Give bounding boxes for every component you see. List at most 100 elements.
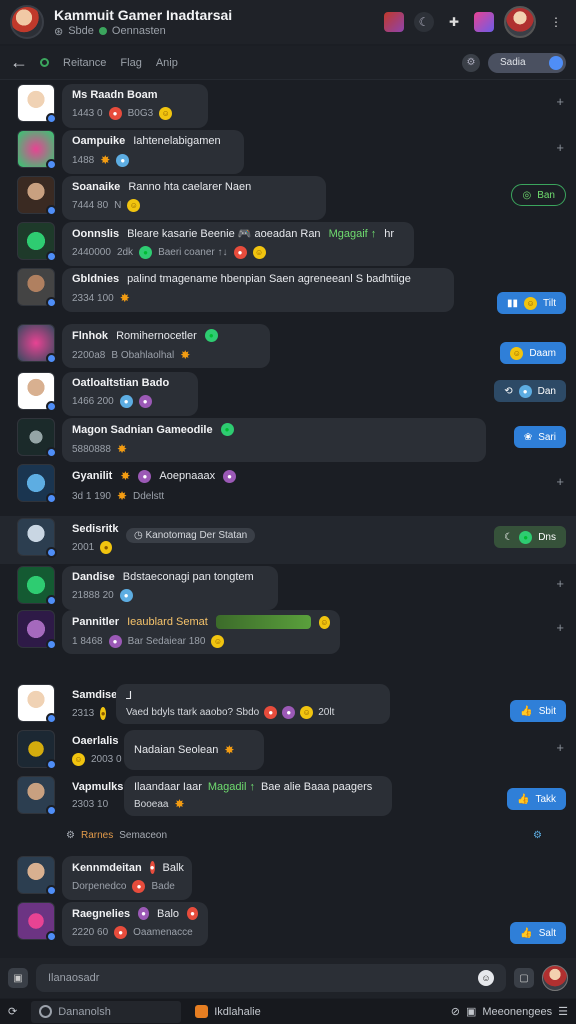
- message-row[interactable]: Oatloaltstian Bado 1466 200 ● ● ⟲ ● Dan: [0, 370, 576, 418]
- tab-reitance[interactable]: Reitance: [63, 57, 106, 69]
- message-bubble[interactable]: Sedisritk 2001 ●: [62, 518, 122, 562]
- reply-bubble[interactable]: Nadaian Seolean ✸: [124, 730, 264, 770]
- add-reaction-icon[interactable]: +: [556, 94, 564, 109]
- author-name[interactable]: Dandise: [72, 571, 115, 583]
- message-row[interactable]: Dandise Bdstaeconagi pan tongtem 21888 20…: [0, 564, 576, 612]
- reaction-button[interactable]: ☾ ● Dns: [494, 526, 566, 548]
- message-bubble[interactable]: Gbldnies palind tmagename hbenpian Saen a…: [62, 268, 454, 312]
- message-row[interactable]: Gyanilit ✸ ● Aoepnaaax ● 3d 1 190 ✸ Ddelstt +: [0, 462, 576, 510]
- reaction-button[interactable]: 👍 Salt: [510, 922, 566, 944]
- author-name[interactable]: Samdise: [72, 689, 117, 701]
- composer-avatar[interactable]: [542, 965, 568, 991]
- add-reaction-icon[interactable]: +: [556, 620, 564, 635]
- reaction-button[interactable]: ⟲ ● Dan: [494, 380, 566, 402]
- reply-bubble[interactable]: Ilaandaar Iaar Magadil ↑ Bae alie Baaa paa…: [124, 776, 392, 816]
- message-row[interactable]: Samdise 2313 ● ⅃ Vaed bdyls ttark aaobo? …: [0, 682, 576, 730]
- message-row[interactable]: Raegnelies ● Balo ● 2220 60 ● Oaamenacce 👍 Sal…: [0, 900, 576, 948]
- reaction-button[interactable]: ☺ Daam: [500, 342, 566, 364]
- avatar[interactable]: [17, 372, 57, 412]
- message-row[interactable]: Kennmdeitan ● Balk Dorpenedco ● Bade: [0, 854, 576, 902]
- more-icon[interactable]: ⋮: [546, 12, 566, 32]
- message-bubble[interactable]: Kennmdeitan ● Balk Dorpenedco ● Bade: [62, 856, 192, 900]
- message-feed[interactable]: Ms Raadn Boam 1443 0 ● B0G3 ☺ + Oampuike Iah…: [0, 82, 576, 958]
- message-row[interactable]: Soanaike Ranno hta caelarer Naen 7444 80 N…: [0, 174, 576, 222]
- back-arrow-icon[interactable]: ←: [10, 52, 30, 73]
- author-name[interactable]: Ms Raadn Boam: [72, 89, 158, 101]
- search-field[interactable]: Dananolsh: [31, 1000, 182, 1023]
- reaction-button[interactable]: ❀ Sari: [513, 426, 566, 448]
- avatar[interactable]: [17, 856, 57, 896]
- mode-toggle[interactable]: Sadia: [488, 52, 566, 73]
- add-reaction-icon[interactable]: +: [556, 576, 564, 591]
- message-row[interactable]: Pannitler Ieaublard Semat ☺ 1 8468 ● Bar Sed…: [0, 608, 576, 656]
- reaction-button[interactable]: 👍 Takk: [506, 788, 566, 810]
- message-bubble[interactable]: Magon Sadnian Gameodile ● 5880888 ✸: [62, 418, 486, 462]
- menu-icon[interactable]: ☰: [558, 1005, 568, 1018]
- server-avatar[interactable]: [10, 5, 44, 39]
- attach-icon[interactable]: ▣: [8, 968, 28, 988]
- message-bubble[interactable]: Pannitler Ieaublard Semat ☺ 1 8468 ● Bar Sed…: [62, 610, 340, 654]
- author-name[interactable]: Oaerlalis: [72, 735, 118, 747]
- author-name[interactable]: Sedisritk: [72, 523, 118, 535]
- message-row[interactable]: Oaerlalis ☺ 2003 0 Nadaian Seolean ✸ +: [0, 728, 576, 776]
- message-bubble[interactable]: Soanaike Ranno hta caelarer Naen 7444 80 N…: [62, 176, 326, 220]
- message-bubble[interactable]: Vapmulks 2303 10: [62, 776, 123, 820]
- author-name[interactable]: Kennmdeitan: [72, 862, 142, 874]
- message-row[interactable]: Magon Sadnian Gameodile ● 5880888 ✸ ❀ Sari: [0, 416, 576, 464]
- author-name[interactable]: Vapmulks: [72, 781, 123, 793]
- embed-pill[interactable]: ◷ Kanotomag Der Statan: [126, 528, 256, 543]
- reaction-button[interactable]: ◎ Ban: [511, 184, 566, 206]
- message-bubble[interactable]: Raegnelies ● Balo ● 2220 60 ● Oaamenacce: [62, 902, 208, 946]
- message-row[interactable]: Vapmulks 2303 10 Ilaandaar Iaar Magadil ↑…: [0, 774, 576, 822]
- avatar[interactable]: [17, 84, 57, 124]
- avatar[interactable]: [17, 418, 57, 458]
- author-name[interactable]: Pannitler: [72, 616, 119, 628]
- reaction-button[interactable]: ▮▮ ☺ Tilt: [497, 292, 566, 314]
- message-bubble[interactable]: Gyanilit ✸ ● Aoepnaaax ● 3d 1 190 ✸ Ddelstt: [62, 464, 250, 508]
- settings-icon[interactable]: ⚙: [462, 53, 480, 72]
- avatar[interactable]: [17, 222, 57, 262]
- message-row[interactable]: Sedisritk 2001 ● ◷ Kanotomag Der Statan ☾…: [0, 516, 576, 564]
- message-row[interactable]: Gbldnies palind tmagename hbenpian Saen a…: [0, 266, 576, 314]
- author-name[interactable]: Raegnelies: [72, 908, 130, 920]
- avatar[interactable]: [17, 518, 57, 558]
- messages-button[interactable]: ⊘ ▣ Meeonengees ☰: [451, 1005, 568, 1019]
- message-bubble[interactable]: Oatloaltstian Bado 1466 200 ● ●: [62, 372, 198, 416]
- tab-flag[interactable]: Flag: [120, 57, 141, 69]
- message-bubble[interactable]: Flnhok Romihernocetler ● 2200a8 B Obahlaolh…: [62, 324, 270, 368]
- user-avatar[interactable]: [504, 6, 536, 38]
- moon-icon[interactable]: ☾: [414, 12, 434, 32]
- author-name[interactable]: Flnhok: [72, 330, 108, 342]
- pin-icon[interactable]: ✚: [444, 12, 464, 32]
- avatar[interactable]: [17, 730, 57, 770]
- avatar[interactable]: [17, 684, 57, 724]
- emoji-picker-icon[interactable]: ☺: [478, 970, 494, 986]
- avatar[interactable]: [17, 268, 57, 308]
- media-icon[interactable]: [474, 12, 494, 32]
- author-name[interactable]: Gbldnies: [72, 273, 119, 285]
- avatar[interactable]: [17, 566, 57, 606]
- avatar[interactable]: [17, 176, 57, 216]
- message-bubble[interactable]: Ms Raadn Boam 1443 0 ● B0G3 ☺: [62, 84, 208, 128]
- avatar[interactable]: [17, 464, 57, 504]
- avatar[interactable]: [17, 610, 57, 650]
- author-name[interactable]: Oonnslis: [72, 228, 119, 240]
- add-reaction-icon[interactable]: +: [556, 740, 564, 755]
- avatar[interactable]: [17, 130, 57, 170]
- author-name[interactable]: Oampuike: [72, 135, 125, 147]
- message-row[interactable]: Oonnslis Bleare kasarie Beenie 🎮 aoeadan …: [0, 220, 576, 268]
- author-name[interactable]: Oatloaltstian Bado: [72, 377, 169, 389]
- message-input[interactable]: Ilanaosadr ☺: [36, 964, 506, 992]
- avatar[interactable]: [17, 902, 57, 942]
- tab-anip[interactable]: Anip: [156, 57, 178, 69]
- app-button[interactable]: Ikdlahalie: [195, 1005, 261, 1018]
- avatar[interactable]: [17, 324, 57, 364]
- game-icon[interactable]: [384, 12, 404, 32]
- message-row[interactable]: Oampuike Iahtenelabigamen 1488 ✸ ● +: [0, 128, 576, 176]
- message-bubble[interactable]: Samdise 2313 ●: [62, 684, 117, 728]
- avatar[interactable]: [17, 776, 57, 816]
- message-bubble[interactable]: Dandise Bdstaeconagi pan tongtem 21888 20…: [62, 566, 278, 610]
- reply-bubble[interactable]: ⅃ Vaed bdyls ttark aaobo? Sbdo ● ● ☺ 20lt: [116, 684, 390, 724]
- author-name[interactable]: Soanaike: [72, 181, 120, 193]
- add-reaction-icon[interactable]: +: [556, 474, 564, 489]
